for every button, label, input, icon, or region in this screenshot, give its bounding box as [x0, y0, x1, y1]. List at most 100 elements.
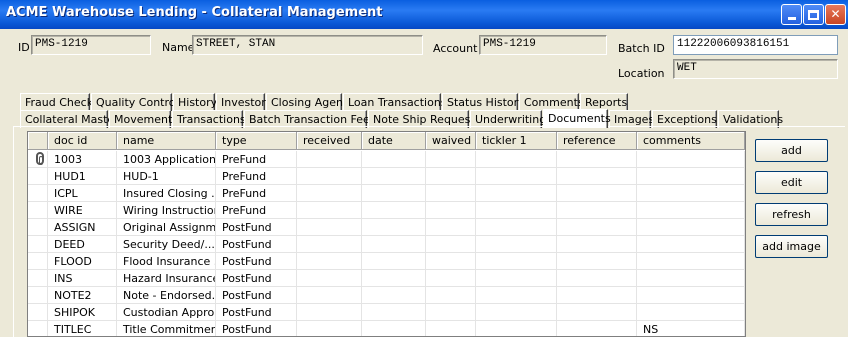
cell-tickler-1 — [476, 270, 557, 287]
cell-reference — [557, 185, 637, 202]
table-row[interactable]: TITLEC Title Commitment PostFund NS — [28, 321, 745, 336]
id-field[interactable]: PMS-1219 — [31, 35, 151, 55]
cell-doc-id: HUD1 — [48, 168, 117, 185]
column-header-doc-id[interactable]: doc id — [48, 132, 117, 150]
cell-date — [362, 321, 426, 336]
cell-comments: NS — [637, 321, 745, 336]
tab-history[interactable]: History — [173, 93, 217, 111]
cell-attachment — [28, 151, 48, 168]
cell-type: PreFund — [216, 202, 297, 219]
cell-attachment — [28, 270, 48, 287]
cell-attachment — [28, 236, 48, 253]
cell-waived — [426, 270, 476, 287]
cell-date — [362, 151, 426, 168]
batch-id-field[interactable]: 11222006093816151 — [673, 35, 838, 55]
cell-name: Insured Closing ... — [117, 185, 216, 202]
cell-comments — [637, 185, 745, 202]
cell-type: PostFund — [216, 287, 297, 304]
close-icon[interactable]: ✕ — [825, 4, 846, 25]
cell-received — [297, 185, 362, 202]
column-header-waived[interactable]: waived — [426, 132, 476, 150]
paperclip-icon — [36, 152, 44, 165]
table-row[interactable]: NOTE2 Note - Endorsed... PostFund — [28, 287, 745, 304]
tab-status-history[interactable]: Status History — [442, 93, 525, 111]
id-label: ID — [18, 41, 30, 54]
cell-waived — [426, 202, 476, 219]
column-header-received[interactable]: received — [297, 132, 362, 150]
cell-name: Custodian Appro... — [117, 304, 216, 321]
account-field[interactable]: PMS-1219 — [479, 35, 607, 55]
column-header-name[interactable]: name — [117, 132, 216, 150]
column-header-type[interactable]: type — [216, 132, 297, 150]
cell-reference — [557, 287, 637, 304]
table-row[interactable]: WIRE Wiring Instructions PreFund — [28, 202, 745, 219]
cell-received — [297, 236, 362, 253]
tab-closing-agent[interactable]: Closing Agent — [266, 93, 347, 111]
column-header-reference[interactable]: reference — [557, 132, 637, 150]
tab-quality-control[interactable]: Quality Control — [91, 93, 179, 111]
refresh-button[interactable]: refresh — [755, 203, 828, 226]
column-header-tickler-1[interactable]: tickler 1 — [476, 132, 557, 150]
table-row[interactable]: ICPL Insured Closing ... PreFund — [28, 185, 745, 202]
tab-loan-transactions[interactable]: Loan Transactions — [343, 93, 447, 111]
cell-received — [297, 168, 362, 185]
table-row[interactable]: INS Hazard Insurance PostFund — [28, 270, 745, 287]
cell-reference — [557, 270, 637, 287]
tab-documents[interactable]: Documents — [543, 109, 611, 128]
cell-type: PostFund — [216, 270, 297, 287]
cell-doc-id: INS — [48, 270, 117, 287]
minimize-icon[interactable] — [781, 4, 802, 25]
table-row[interactable]: SHIPOK Custodian Appro... PostFund — [28, 304, 745, 321]
column-header-date[interactable]: date — [362, 132, 426, 150]
cell-attachment — [28, 253, 48, 270]
cell-received — [297, 253, 362, 270]
table-row[interactable]: HUD1 HUD-1 PreFund — [28, 168, 745, 185]
cell-attachment — [28, 202, 48, 219]
cell-reference — [557, 219, 637, 236]
cell-comments — [637, 270, 745, 287]
tab-fraud-check[interactable]: Fraud Check — [20, 93, 93, 111]
add-image-button[interactable]: add image — [755, 235, 828, 258]
name-field[interactable]: STREET, STAN — [192, 35, 423, 55]
cell-waived — [426, 185, 476, 202]
cell-type: PostFund — [216, 321, 297, 336]
batch-id-label: Batch ID — [618, 42, 665, 55]
cell-reference — [557, 321, 637, 336]
location-label: Location — [618, 67, 665, 80]
cell-received — [297, 321, 362, 336]
location-field[interactable]: WET — [673, 59, 838, 79]
cell-received — [297, 270, 362, 287]
cell-attachment — [28, 304, 48, 321]
cell-date — [362, 202, 426, 219]
table-row[interactable]: DEED Security Deed/... PostFund — [28, 236, 745, 253]
cell-waived — [426, 236, 476, 253]
column-header-comments[interactable]: comments — [637, 132, 745, 150]
tab-investor[interactable]: Investor — [216, 93, 266, 111]
cell-name: 1003 Application — [117, 151, 216, 168]
cell-type: PreFund — [216, 151, 297, 168]
edit-button[interactable]: edit — [755, 171, 828, 194]
cell-waived — [426, 321, 476, 336]
window-title: ACME Warehouse Lending - Collateral Mana… — [6, 5, 383, 20]
account-label: Account — [433, 42, 478, 55]
cell-attachment — [28, 287, 48, 304]
cell-type: PostFund — [216, 236, 297, 253]
cell-received — [297, 287, 362, 304]
documents-grid[interactable]: doc id name type received date waived ti… — [27, 131, 746, 337]
header-icon-col — [28, 132, 48, 150]
cell-tickler-1 — [476, 202, 557, 219]
cell-doc-id: 1003 — [48, 151, 117, 168]
cell-comments — [637, 168, 745, 185]
cell-date — [362, 253, 426, 270]
maximize-icon[interactable] — [803, 4, 824, 25]
cell-doc-id: ASSIGN — [48, 219, 117, 236]
cell-waived — [426, 219, 476, 236]
table-row[interactable]: 1003 1003 Application PreFund — [28, 151, 745, 168]
cell-type: PostFund — [216, 304, 297, 321]
table-row[interactable]: FLOOD Flood Insurance ... PostFund — [28, 253, 745, 270]
cell-doc-id: ICPL — [48, 185, 117, 202]
cell-comments — [637, 253, 745, 270]
add-button[interactable]: add — [755, 139, 828, 162]
table-row[interactable]: ASSIGNOriginal Assignm...PostFund — [28, 219, 745, 236]
cell-type: PreFund — [216, 185, 297, 202]
